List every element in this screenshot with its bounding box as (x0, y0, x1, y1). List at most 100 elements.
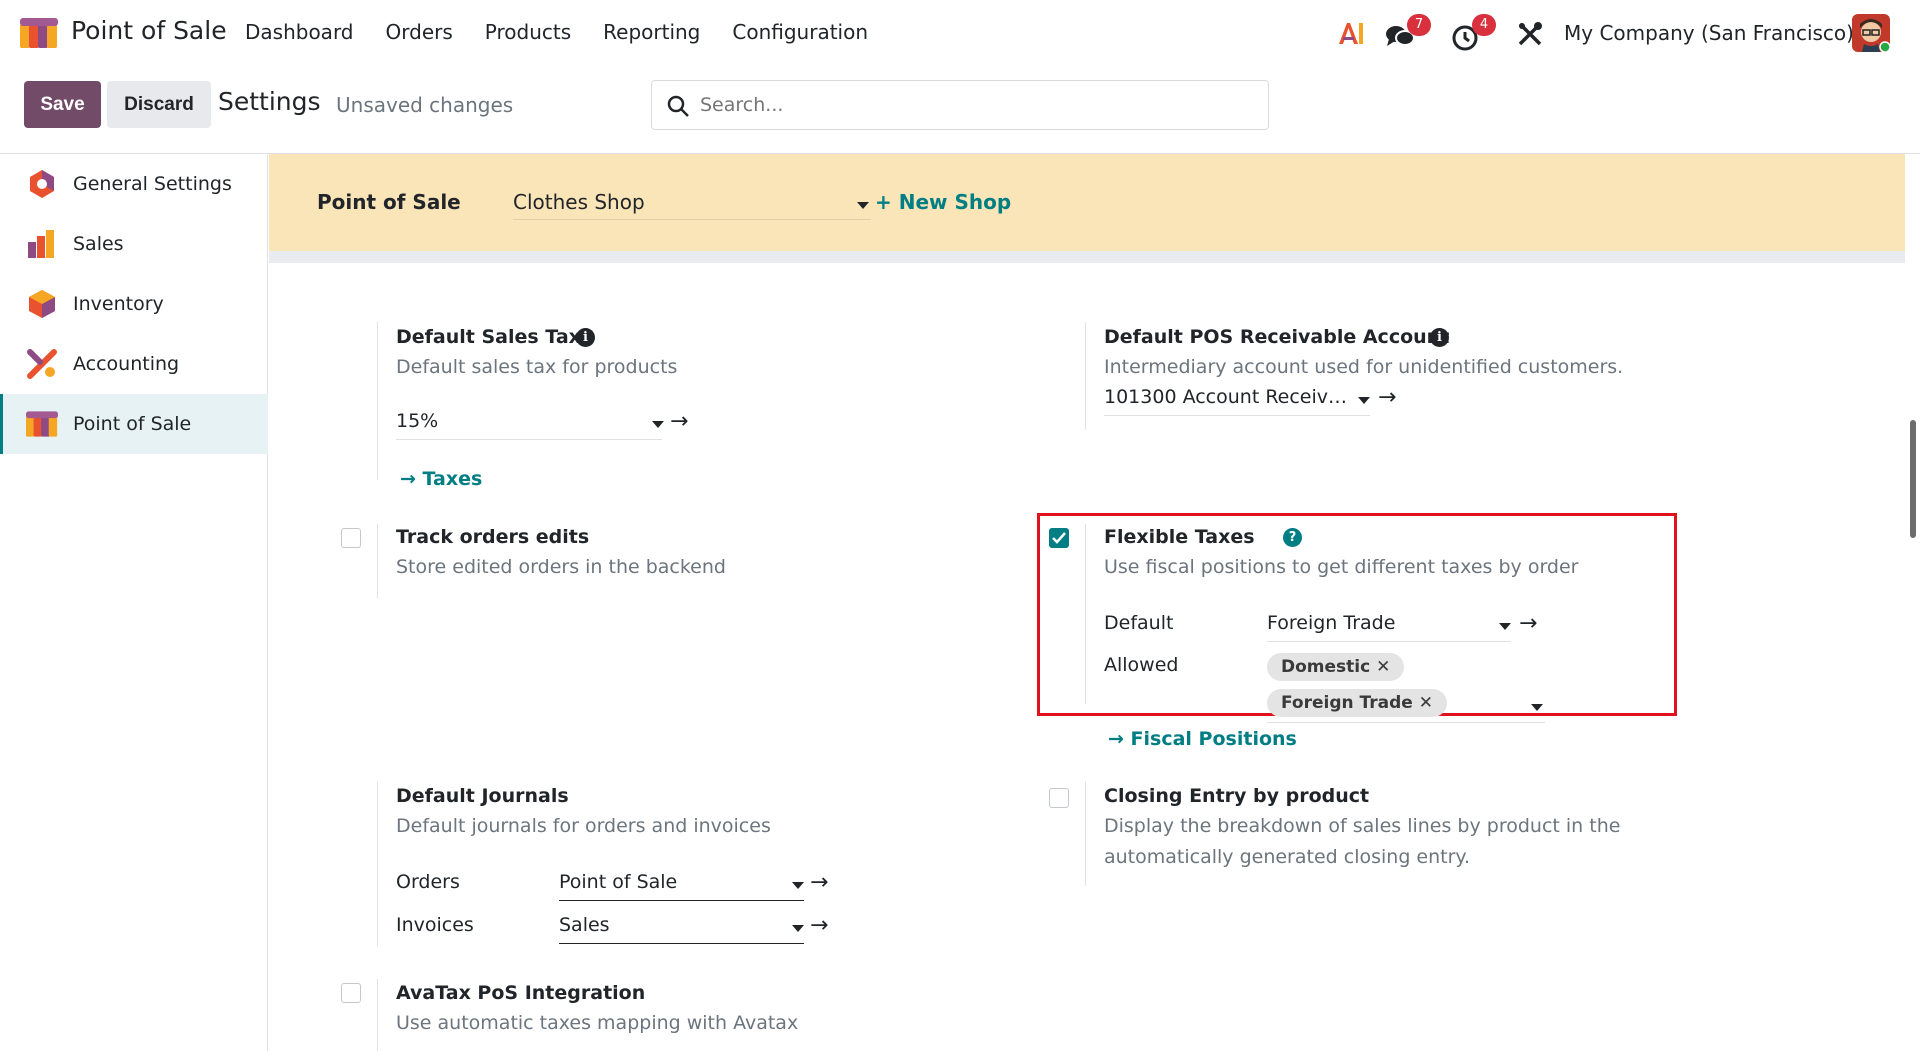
sidebar-item-general-settings[interactable]: General Settings (0, 154, 268, 214)
taxes-link-label: Taxes (422, 468, 483, 490)
sidebar-item-label: Inventory (73, 293, 164, 315)
receivable-account-field[interactable]: 101300 Account Receiv… (1104, 386, 1370, 416)
sidebar-item-label: General Settings (73, 173, 232, 195)
default-journals-title: Default Journals (396, 785, 569, 807)
setting-divider (377, 979, 378, 1051)
ai-icon[interactable] (1337, 21, 1365, 45)
allowed-fiscal-label: Allowed (1104, 654, 1179, 676)
default-sales-tax-title: Default Sales Tax (396, 326, 581, 348)
default-sales-tax-field[interactable]: 15% (396, 410, 664, 440)
search-box[interactable] (651, 80, 1269, 130)
tools-icon[interactable] (1517, 21, 1543, 47)
chevron-down-icon (1499, 623, 1511, 630)
default-fiscal-position-field[interactable]: Foreign Trade (1267, 612, 1511, 642)
company-switcher[interactable]: My Company (San Francisco) (1564, 21, 1854, 45)
shop-select[interactable]: Clothes Shop (513, 190, 871, 220)
help-icon[interactable]: ? (1283, 528, 1302, 547)
closing-entry-checkbox[interactable] (1049, 788, 1069, 808)
menu-reporting[interactable]: Reporting (603, 20, 700, 44)
close-icon[interactable]: ✕ (1376, 657, 1390, 677)
sidebar-item-accounting[interactable]: Accounting (0, 334, 268, 394)
settings-content: Point of Sale Clothes Shop + New Shop De… (269, 154, 1905, 1051)
sidebar-item-inventory[interactable]: Inventory (0, 274, 268, 334)
banner-separator (269, 251, 1905, 263)
menu-products[interactable]: Products (485, 20, 571, 44)
setting-divider (1085, 524, 1086, 704)
app-name[interactable]: Point of Sale (71, 16, 227, 45)
sidebar-item-sales[interactable]: Sales (0, 214, 268, 274)
info-icon[interactable]: i (1430, 328, 1449, 347)
invoices-journal-label: Invoices (396, 914, 474, 936)
arrow-right-icon[interactable]: → (670, 409, 688, 434)
arrow-right-icon[interactable]: → (1378, 385, 1396, 410)
control-panel: Save Discard Settings Unsaved changes (0, 67, 1920, 154)
track-orders-checkbox[interactable] (341, 528, 361, 548)
close-icon[interactable]: ✕ (1419, 693, 1433, 713)
scrollbar-thumb[interactable] (1910, 420, 1916, 538)
search-icon (667, 95, 689, 117)
chevron-down-icon (792, 882, 804, 889)
allowed-field-underline (1267, 722, 1545, 723)
messages-tray[interactable]: 7 (1385, 14, 1445, 54)
top-navbar: Point of Sale Dashboard Orders Products … (0, 0, 1920, 67)
default-fiscal-position-value: Foreign Trade (1267, 612, 1396, 634)
menu-dashboard[interactable]: Dashboard (245, 20, 354, 44)
settings-sidebar: General Settings Sales Inventory Account… (0, 154, 268, 1051)
setting-divider (377, 524, 378, 598)
flexible-taxes-title: Flexible Taxes (1104, 526, 1255, 548)
general-settings-icon (30, 170, 54, 198)
avatax-checkbox[interactable] (341, 983, 361, 1003)
pos-banner: Point of Sale Clothes Shop + New Shop (269, 154, 1905, 251)
setting-divider (377, 782, 378, 946)
taxes-link[interactable]: → Taxes (400, 468, 482, 490)
discard-button[interactable]: Discard (107, 81, 211, 128)
save-button[interactable]: Save (24, 81, 101, 128)
accounting-icon (27, 349, 57, 379)
arrow-right-icon[interactable]: → (810, 913, 828, 938)
chevron-down-icon (1358, 397, 1370, 404)
receivable-account-title: Default POS Receivable Account (1104, 326, 1450, 348)
flexible-taxes-checkbox[interactable] (1049, 528, 1069, 548)
menu-configuration[interactable]: Configuration (732, 20, 868, 44)
closing-entry-title: Closing Entry by product (1104, 785, 1370, 807)
pos-icon (26, 411, 58, 437)
arrow-right-icon[interactable]: → (810, 870, 828, 895)
default-sales-tax-value: 15% (396, 410, 439, 432)
info-icon[interactable]: i (576, 328, 595, 347)
messages-badge: 7 (1407, 14, 1431, 36)
track-orders-title: Track orders edits (396, 526, 590, 548)
user-avatar[interactable] (1852, 14, 1890, 52)
main-menu: Dashboard Orders Products Reporting Conf… (245, 20, 900, 44)
sidebar-item-point-of-sale[interactable]: Point of Sale (0, 394, 268, 454)
invoices-journal-value: Sales (559, 914, 610, 936)
new-shop-button[interactable]: + New Shop (875, 190, 1011, 214)
activities-tray[interactable]: 4 (1452, 14, 1512, 54)
chevron-down-icon (652, 421, 664, 428)
fiscal-positions-link[interactable]: → Fiscal Positions (1108, 728, 1297, 750)
chevron-down-icon[interactable] (1531, 704, 1543, 711)
default-fiscal-label: Default (1104, 612, 1174, 634)
sales-icon (28, 230, 54, 258)
chevron-down-icon (792, 925, 804, 932)
tag-label: Domestic (1281, 657, 1371, 677)
arrow-right-icon[interactable]: → (1519, 611, 1537, 636)
search-input[interactable] (700, 89, 1240, 121)
fiscal-positions-link-label: Fiscal Positions (1130, 728, 1297, 750)
unsaved-status: Unsaved changes (336, 93, 514, 117)
setting-divider (1085, 322, 1086, 430)
invoices-journal-field[interactable]: Sales (559, 914, 804, 944)
tag-domestic: Domestic ✕ (1267, 653, 1405, 681)
closing-entry-desc-line2: automatically generated closing entry. (1104, 846, 1470, 868)
orders-journal-field[interactable]: Point of Sale (559, 871, 804, 901)
orders-journal-value: Point of Sale (559, 871, 678, 893)
menu-orders[interactable]: Orders (386, 20, 453, 44)
default-sales-tax-desc: Default sales tax for products (396, 356, 678, 378)
banner-title: Point of Sale (317, 190, 461, 214)
setting-divider (1085, 782, 1086, 886)
pos-app-icon[interactable] (20, 18, 58, 48)
avatax-desc: Use automatic taxes mapping with Avatax (396, 1012, 799, 1034)
closing-entry-desc-line1: Display the breakdown of sales lines by … (1104, 815, 1621, 837)
receivable-account-desc: Intermediary account used for unidentifi… (1104, 356, 1624, 378)
main-scrollbar[interactable] (1905, 154, 1920, 1051)
orders-journal-label: Orders (396, 871, 460, 893)
